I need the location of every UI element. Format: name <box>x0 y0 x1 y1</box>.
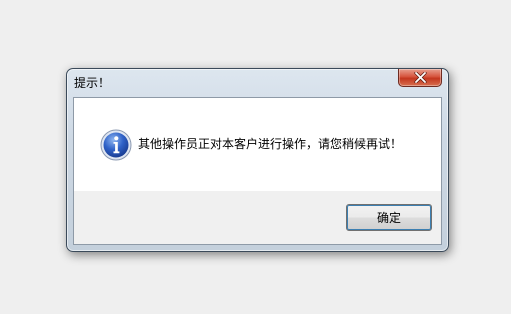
dialog-message: 其他操作员正对本客户进行操作，请您稍候再试！ <box>138 137 403 151</box>
dialog-title: 提示！ <box>74 76 111 90</box>
dialog-body: 其他操作员正对本客户进行操作，请您稍候再试！ 确定 <box>73 97 442 245</box>
close-icon <box>414 72 427 83</box>
info-icon <box>100 129 132 161</box>
close-button[interactable] <box>398 69 442 87</box>
ok-button[interactable]: 确定 <box>346 204 432 231</box>
title-bar[interactable]: 提示！ <box>67 69 448 96</box>
message-area: 其他操作员正对本客户进行操作，请您稍候再试！ <box>74 98 441 191</box>
message-dialog: 提示！ 其他操作员正对本客户进行操作，请您稍候再试！ 确定 <box>66 68 449 252</box>
